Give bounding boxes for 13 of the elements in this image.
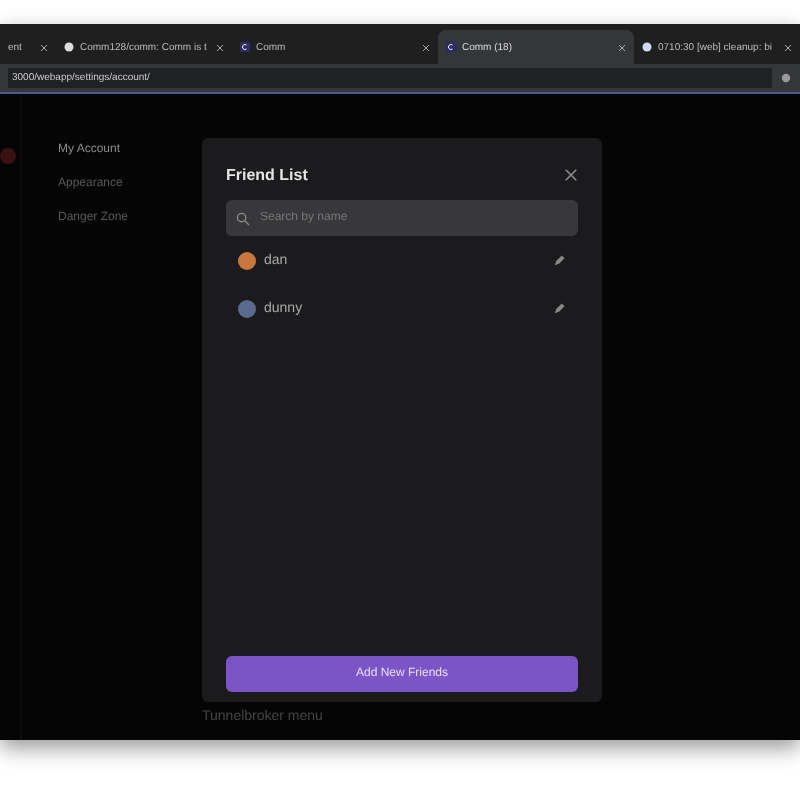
close-icon[interactable]	[618, 43, 626, 51]
close-icon[interactable]	[216, 43, 224, 51]
close-icon[interactable]	[784, 43, 792, 51]
close-icon[interactable]	[422, 43, 430, 51]
close-icon[interactable]	[564, 168, 578, 182]
logo-icon	[446, 42, 456, 52]
dialog-title: Friend List	[226, 166, 308, 184]
search-icon	[236, 211, 250, 225]
avatar-icon	[0, 148, 16, 164]
close-icon[interactable]	[40, 43, 48, 51]
pencil-icon[interactable]	[552, 301, 566, 315]
logo-icon	[240, 42, 250, 52]
pencil-icon[interactable]	[552, 253, 566, 267]
